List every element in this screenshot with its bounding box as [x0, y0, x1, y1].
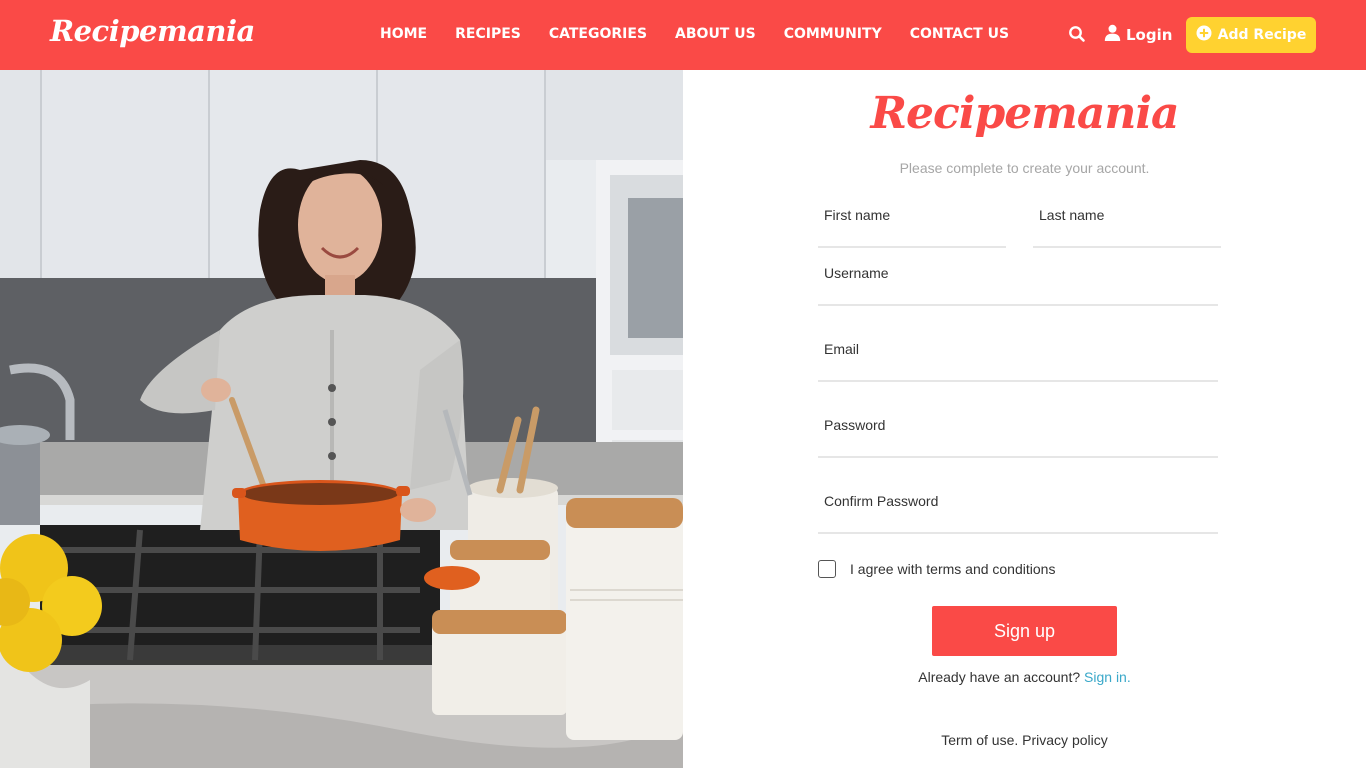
confirm-password-field — [818, 486, 1218, 534]
have-account-text: Already have an account? — [918, 669, 1081, 685]
hero-image — [0, 70, 683, 768]
main-nav: HOME RECIPES CATEGORIES ABOUT US COMMUNI… — [380, 26, 1009, 42]
first-name-field — [818, 200, 1006, 248]
password-field — [818, 410, 1218, 458]
add-recipe-label: Add Recipe — [1217, 27, 1307, 43]
terms-label: I agree with terms and conditions — [850, 561, 1056, 577]
username-input[interactable] — [818, 258, 1218, 304]
signin-link[interactable]: Sign in. — [1084, 669, 1131, 685]
form-logo: Recipemania — [870, 88, 1179, 139]
user-icon — [1104, 24, 1121, 45]
username-field — [818, 258, 1218, 306]
privacy-policy-link[interactable]: Privacy policy — [1022, 732, 1108, 748]
nav-categories[interactable]: CATEGORIES — [549, 26, 647, 42]
login-label: Login — [1126, 25, 1173, 44]
brand-logo[interactable]: Recipemania — [50, 14, 255, 48]
footer-links: Term of use. Privacy policy — [683, 732, 1366, 748]
signup-panel: Recipemania Please complete to create yo… — [683, 70, 1366, 768]
signin-prompt: Already have an account? Sign in. — [683, 669, 1366, 685]
password-input[interactable] — [818, 410, 1218, 456]
form-subtitle: Please complete to create your account. — [899, 160, 1150, 176]
add-recipe-button[interactable]: Add Recipe — [1186, 17, 1316, 53]
nav-recipes[interactable]: RECIPES — [455, 26, 521, 42]
signup-button[interactable]: Sign up — [932, 606, 1117, 656]
terms-checkbox[interactable] — [818, 560, 836, 578]
nav-contact-us[interactable]: CONTACT US — [910, 26, 1009, 42]
nav-about-us[interactable]: ABOUT US — [675, 26, 756, 42]
top-navbar: Recipemania HOME RECIPES CATEGORIES ABOU… — [0, 0, 1366, 70]
plus-circle-icon — [1196, 25, 1212, 45]
last-name-field — [1033, 200, 1221, 248]
first-name-input[interactable] — [818, 200, 1006, 246]
last-name-input[interactable] — [1033, 200, 1221, 246]
nav-home[interactable]: HOME — [380, 26, 427, 42]
terms-of-use-link[interactable]: Term of use. — [941, 732, 1018, 748]
login-button[interactable]: Login — [1104, 24, 1172, 45]
nav-community[interactable]: COMMUNITY — [784, 26, 882, 42]
email-field — [818, 334, 1218, 382]
search-icon[interactable] — [1068, 25, 1086, 43]
confirm-password-input[interactable] — [818, 486, 1218, 532]
terms-agreement: I agree with terms and conditions — [818, 560, 1055, 578]
email-input[interactable] — [818, 334, 1218, 380]
